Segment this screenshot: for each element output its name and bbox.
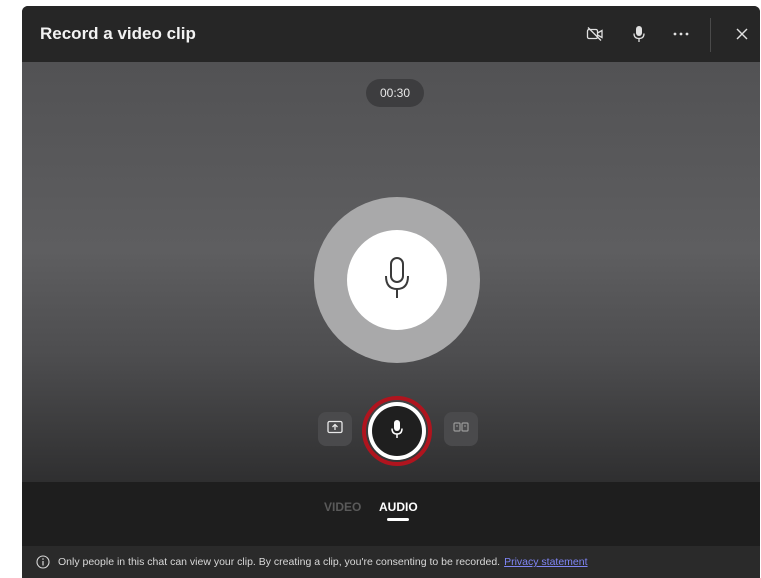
audio-avatar <box>347 230 447 330</box>
consent-notice: Only people in this chat can view your c… <box>58 556 501 568</box>
active-tab-indicator <box>387 518 409 521</box>
preview-stage: 00:30 <box>22 62 760 482</box>
dialog-title: Record a video clip <box>40 24 196 43</box>
record-button-core <box>372 406 422 456</box>
microphone-icon <box>382 256 412 305</box>
microphone-icon[interactable] <box>626 22 652 46</box>
tab-video[interactable]: VIDEO <box>324 500 361 514</box>
effects-button[interactable] <box>444 412 478 446</box>
privacy-statement-link[interactable]: Privacy statement <box>504 556 587 568</box>
dialog-titlebar: Record a video clip <box>22 6 760 62</box>
screen-share-button[interactable] <box>318 412 352 446</box>
record-button-outline <box>368 402 426 460</box>
microphone-icon <box>390 419 404 444</box>
record-clip-dialog: Record a video clip 00:30 VIDEO AUDIO On… <box>22 6 760 578</box>
camera-off-icon[interactable] <box>582 22 608 46</box>
record-button[interactable] <box>362 396 432 466</box>
toolbar-divider <box>710 18 711 52</box>
recording-timer: 00:30 <box>366 79 424 107</box>
more-options-button[interactable] <box>668 22 694 46</box>
tab-audio[interactable]: AUDIO <box>379 500 418 514</box>
effects-icon <box>453 420 469 438</box>
mode-switcher: VIDEO AUDIO <box>22 482 760 546</box>
info-icon <box>36 555 50 569</box>
consent-footer: Only people in this chat can view your c… <box>22 546 760 578</box>
audio-level-indicator <box>314 197 480 363</box>
screen-share-icon <box>327 420 343 439</box>
close-icon[interactable] <box>729 22 755 46</box>
